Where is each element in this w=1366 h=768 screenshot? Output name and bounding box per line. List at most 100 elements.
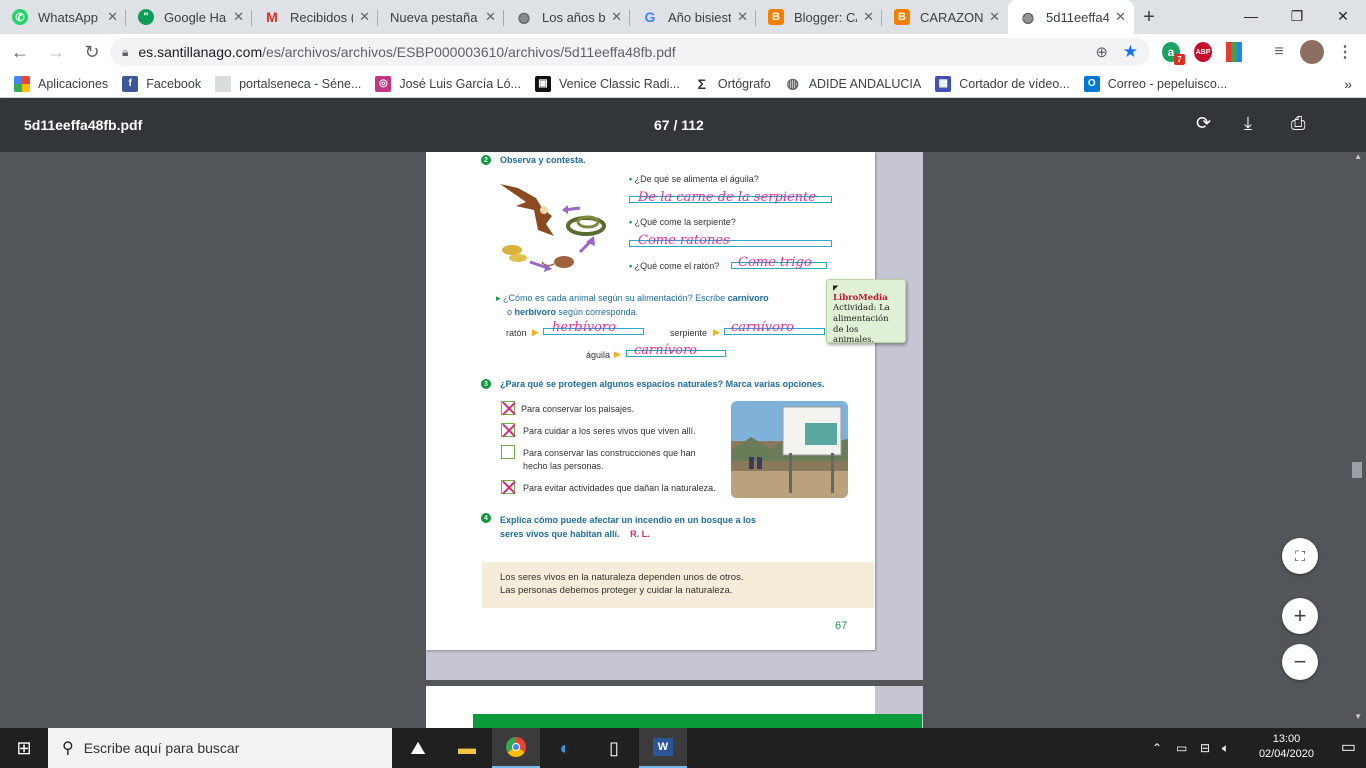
forward-icon[interactable]: → (40, 36, 72, 68)
tab-gmail[interactable]: MRecibidos (3✕ (252, 0, 378, 34)
clock-date: 02/04/2020 (1258, 748, 1314, 760)
url-domain: es.santillanago.com (138, 44, 263, 60)
close-icon[interactable]: ✕ (107, 9, 118, 25)
globe-icon: ◍ (786, 75, 799, 91)
close-icon[interactable]: ✕ (1115, 9, 1126, 25)
animal-label: águila (586, 350, 611, 360)
zoom-icon[interactable]: ⊕ (1095, 43, 1108, 61)
battery-icon[interactable]: ▭ (1176, 741, 1187, 755)
grid-extension-icon[interactable] (1226, 42, 1242, 62)
question-item: • ¿De qué se alimenta el águila? (629, 174, 759, 184)
tab-carazony[interactable]: BCARAZONY✕ (882, 0, 1008, 34)
bookmarks-bar: Aplicaciones f Facebook portalseneca - Sé… (0, 70, 1366, 98)
bookmark-correo[interactable]: O Correo - pepeluisco... (1083, 75, 1227, 92)
lock-icon: 🔒︎ (122, 44, 129, 59)
address-bar[interactable]: 🔒︎ es.santillanago.com/es/archivos/archi… (110, 38, 1150, 66)
edge-icon[interactable]: ◐ (541, 728, 589, 768)
close-icon[interactable]: ✕ (485, 9, 496, 25)
chrome-icon[interactable] (492, 728, 540, 768)
notifications-icon[interactable]: ▭ (1341, 737, 1356, 757)
adblock-icon[interactable]: ABP (1194, 42, 1212, 62)
tab-pdf-active[interactable]: ◍ 5d11eeffa4f ✕ (1008, 0, 1134, 34)
corner-icon: ◤ (833, 284, 839, 292)
page-number: 67 (835, 620, 848, 632)
word-icon[interactable]: W (639, 728, 687, 768)
tab-whatsapp[interactable]: ✆ WhatsApp ✕ (0, 0, 126, 34)
checkbox-checked[interactable] (501, 401, 515, 415)
tab-new[interactable]: Nueva pestaña ✕ (378, 0, 504, 34)
file-explorer-icon[interactable]: ▬ (443, 728, 491, 768)
checkbox-checked[interactable] (501, 480, 515, 494)
tab-ano-bisiesto[interactable]: GAño bisiesto✕ (630, 0, 756, 34)
browser-toolbar: ← → ↻ 🔒︎ es.santillanago.com/es/archivos… (0, 34, 1366, 70)
clock-time: 13:00 (1272, 733, 1301, 745)
restore-icon[interactable]: ❐ (1274, 0, 1320, 32)
network-icon[interactable]: ⊟ (1200, 741, 1210, 755)
bookmark-facebook[interactable]: f Facebook (122, 75, 201, 92)
reading-list-icon[interactable]: ≡ (1270, 42, 1288, 62)
photos-app-icon[interactable]: ⛰ (394, 728, 442, 768)
close-icon[interactable]: ✕ (611, 9, 622, 25)
handwritten-answer: De la carne de la serpiente (638, 190, 816, 205)
film-icon: ▦ (935, 75, 952, 92)
bookmark-instagram[interactable]: ◎ José Luis García Ló... (375, 75, 521, 92)
menu-icon[interactable]: ⋮ (1337, 42, 1353, 62)
handwritten-answer: herbívoro (552, 320, 616, 335)
document-icon[interactable]: ▯ (590, 728, 638, 768)
minimize-icon[interactable]: — (1228, 0, 1274, 32)
avatar[interactable] (1300, 40, 1324, 64)
back-icon[interactable]: ← (4, 36, 36, 68)
pdf-viewer[interactable]: 2 Observa y contesta. • ¿De qué se alime… (0, 152, 1366, 728)
taskbar-search[interactable]: ⚲ Escribe aquí para buscar (48, 728, 392, 768)
scroll-down-icon[interactable]: ▼ (1354, 712, 1362, 721)
page-indicator: 67 / 112 (654, 117, 704, 133)
windows-start-icon[interactable]: ⊞ (0, 728, 48, 768)
close-icon[interactable]: ✕ (233, 9, 244, 25)
handwritten-answer: Come trigo (738, 255, 812, 270)
bookmarks-overflow-icon[interactable]: » (1344, 76, 1352, 92)
new-tab-button[interactable]: + (1134, 0, 1164, 34)
option-label: Para conservar los paisajes. (521, 404, 635, 414)
bookmark-portalseneca[interactable]: portalseneca - Séne... (215, 75, 361, 92)
reload-icon[interactable]: ↻ (76, 36, 108, 68)
zoom-out-button[interactable]: − (1282, 644, 1318, 680)
tab-anos-bisiestos[interactable]: ◍Los años bis✕ (504, 0, 630, 34)
rotate-icon[interactable]: ⟳ (1196, 113, 1211, 134)
scrollbar-thumb[interactable] (1352, 462, 1362, 478)
close-window-icon[interactable]: ✕ (1320, 0, 1366, 32)
tab-blogger[interactable]: B Blogger: CA ✕ (756, 0, 882, 34)
option-label: Para cuidar a los seres vivos que viven … (523, 426, 696, 436)
download-icon[interactable]: ⤓ (1244, 113, 1252, 134)
print-icon[interactable]: ⎙ (1291, 113, 1305, 134)
bookmark-ortografo[interactable]: Σ Ortógrafo (694, 76, 771, 92)
window-controls: — ❐ ✕ (1228, 0, 1366, 32)
bookmark-aplicaciones[interactable]: Aplicaciones (14, 75, 108, 92)
chevron-up-icon[interactable]: ⌃ (1152, 741, 1162, 755)
animal-label: ratón (506, 328, 527, 338)
bookmark-adide[interactable]: ◍ ADIDE ANDALUCIA (785, 75, 922, 92)
tab-hangouts[interactable]: " Google Han ✕ (126, 0, 252, 34)
whatsapp-icon: ✆ (12, 9, 28, 25)
radio-icon: ▣ (534, 75, 551, 92)
classify-prompt: ▸ ¿Cómo es cada animal según su alimenta… (496, 293, 769, 317)
libromedia-card[interactable]: ◤ LibroMedia Actividad: La alimentación … (826, 279, 906, 345)
question-item: • ¿Qué come la serpiente? (629, 217, 736, 227)
question-title: ¿Para qué se protegen algunos espacios n… (500, 379, 825, 389)
handwritten-answer: Come ratones (638, 233, 730, 248)
checkbox-checked[interactable] (501, 423, 515, 437)
bookmark-venice-radio[interactable]: ▣ Venice Classic Radi... (534, 75, 680, 92)
scroll-up-icon[interactable]: ▲ (1354, 152, 1362, 161)
zoom-in-button[interactable]: + (1282, 598, 1318, 634)
close-icon[interactable]: ✕ (989, 9, 1000, 25)
close-icon[interactable]: ✕ (359, 9, 370, 25)
volume-icon[interactable]: 🔈︎ (1222, 741, 1229, 756)
apps-icon (14, 75, 30, 92)
bookmark-cortador-video[interactable]: ▦ Cortador de vídeo... (935, 75, 1070, 92)
bookmark-star-icon[interactable]: ★ (1123, 42, 1138, 62)
fit-page-button[interactable]: ⛶ (1282, 538, 1318, 574)
close-icon[interactable]: ✕ (737, 9, 748, 25)
close-icon[interactable]: ✕ (863, 9, 874, 25)
system-clock[interactable]: 13:00 02/04/2020 (1259, 732, 1314, 762)
summary-line: Las personas debemos proteger y cuidar l… (500, 585, 733, 597)
checkbox-unchecked[interactable] (501, 445, 515, 459)
